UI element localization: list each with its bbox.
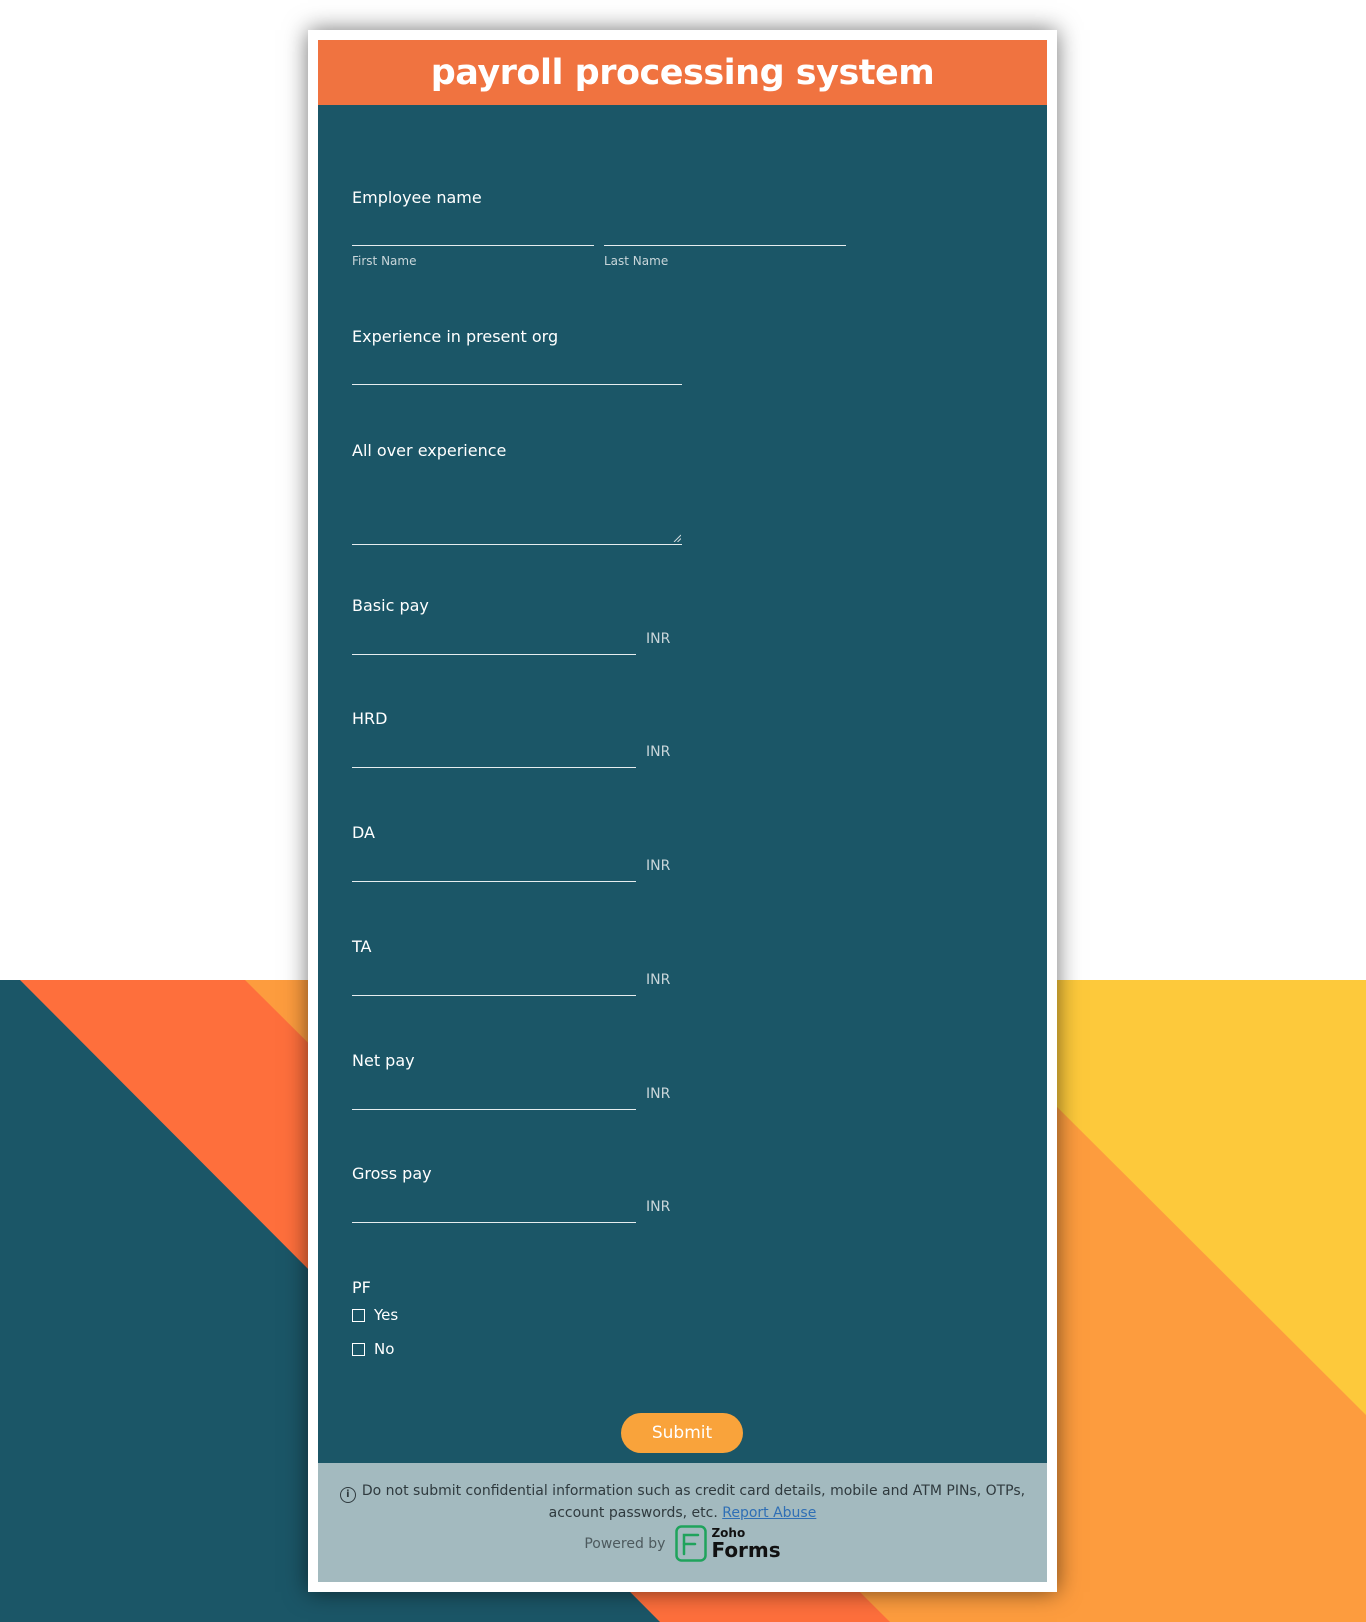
ta-field: TA [352, 937, 371, 956]
info-icon: i [339, 1487, 356, 1503]
first-name-input[interactable] [352, 211, 594, 246]
all-over-experience-textarea[interactable] [352, 466, 682, 545]
hrd-label: HRD [352, 709, 388, 728]
experience-present-input[interactable] [352, 350, 682, 385]
gross-pay-unit: INR [646, 1199, 671, 1215]
powered-by: Powered by Zoho Forms [318, 1525, 1047, 1562]
basic-pay-unit: INR [646, 631, 671, 647]
zoho-forms-logo[interactable]: Zoho Forms [675, 1525, 781, 1562]
form-header: payroll processing system [318, 40, 1047, 105]
submit-button[interactable]: Submit [621, 1413, 743, 1453]
da-label: DA [352, 823, 375, 842]
pf-option-yes[interactable]: Yes [352, 1306, 398, 1324]
basic-pay-input[interactable] [352, 620, 636, 655]
hrd-input[interactable] [352, 733, 636, 768]
zoho-forms-logo-icon [675, 1525, 708, 1562]
basic-pay-label: Basic pay [352, 596, 429, 615]
employee-name-field: Employee name [352, 188, 482, 207]
ta-unit: INR [646, 972, 671, 988]
pf-yes-label: Yes [374, 1306, 399, 1324]
all-over-experience-field: All over experience [352, 441, 506, 460]
net-pay-unit: INR [646, 1086, 671, 1102]
pf-no-checkbox[interactable] [352, 1342, 365, 1356]
gross-pay-input[interactable] [352, 1188, 636, 1223]
pf-no-label: No [374, 1340, 395, 1358]
pf-label: PF [352, 1278, 371, 1297]
da-field: DA [352, 823, 375, 842]
net-pay-input[interactable] [352, 1075, 636, 1110]
da-input[interactable] [352, 847, 636, 882]
net-pay-label: Net pay [352, 1051, 415, 1070]
pf-field: PF [352, 1278, 371, 1297]
logo-forms-text: Forms [711, 1538, 781, 1562]
form-footer: i Do not submit confidential information … [318, 1463, 1047, 1582]
form-title: payroll processing system [430, 52, 935, 93]
hrd-unit: INR [646, 744, 671, 760]
confidential-notice: i Do not submit confidential information … [336, 1481, 1029, 1524]
hrd-field: HRD [352, 709, 387, 728]
experience-present-field: Experience in present org [352, 327, 558, 346]
all-over-experience-label: All over experience [352, 441, 507, 460]
last-name-sublabel: Last Name [604, 254, 669, 268]
form-body: Employee name First Name Last Name Exper… [318, 105, 1047, 1463]
gross-pay-label: Gross pay [352, 1164, 432, 1183]
experience-present-label: Experience in present org [352, 327, 559, 346]
gross-pay-field: Gross pay [352, 1164, 432, 1183]
employee-name-label: Employee name [352, 188, 482, 207]
pf-option-no[interactable]: No [352, 1340, 394, 1358]
pf-yes-checkbox[interactable] [352, 1308, 365, 1322]
form-card: payroll processing system Employee name … [308, 30, 1057, 1592]
resize-grip-icon[interactable] [673, 534, 681, 542]
da-unit: INR [646, 858, 671, 874]
logo-wordmark: Zoho Forms [711, 1527, 780, 1560]
ta-label: TA [352, 937, 372, 956]
notice-text: Do not submit confidential information s… [361, 1483, 1026, 1521]
report-abuse-link[interactable]: Report Abuse [722, 1505, 816, 1521]
first-name-sublabel: First Name [352, 254, 417, 268]
last-name-input[interactable] [604, 211, 846, 246]
ta-input[interactable] [352, 961, 636, 996]
net-pay-field: Net pay [352, 1051, 415, 1070]
powered-by-text: Powered by [584, 1535, 666, 1552]
basic-pay-field: Basic pay [352, 596, 429, 615]
